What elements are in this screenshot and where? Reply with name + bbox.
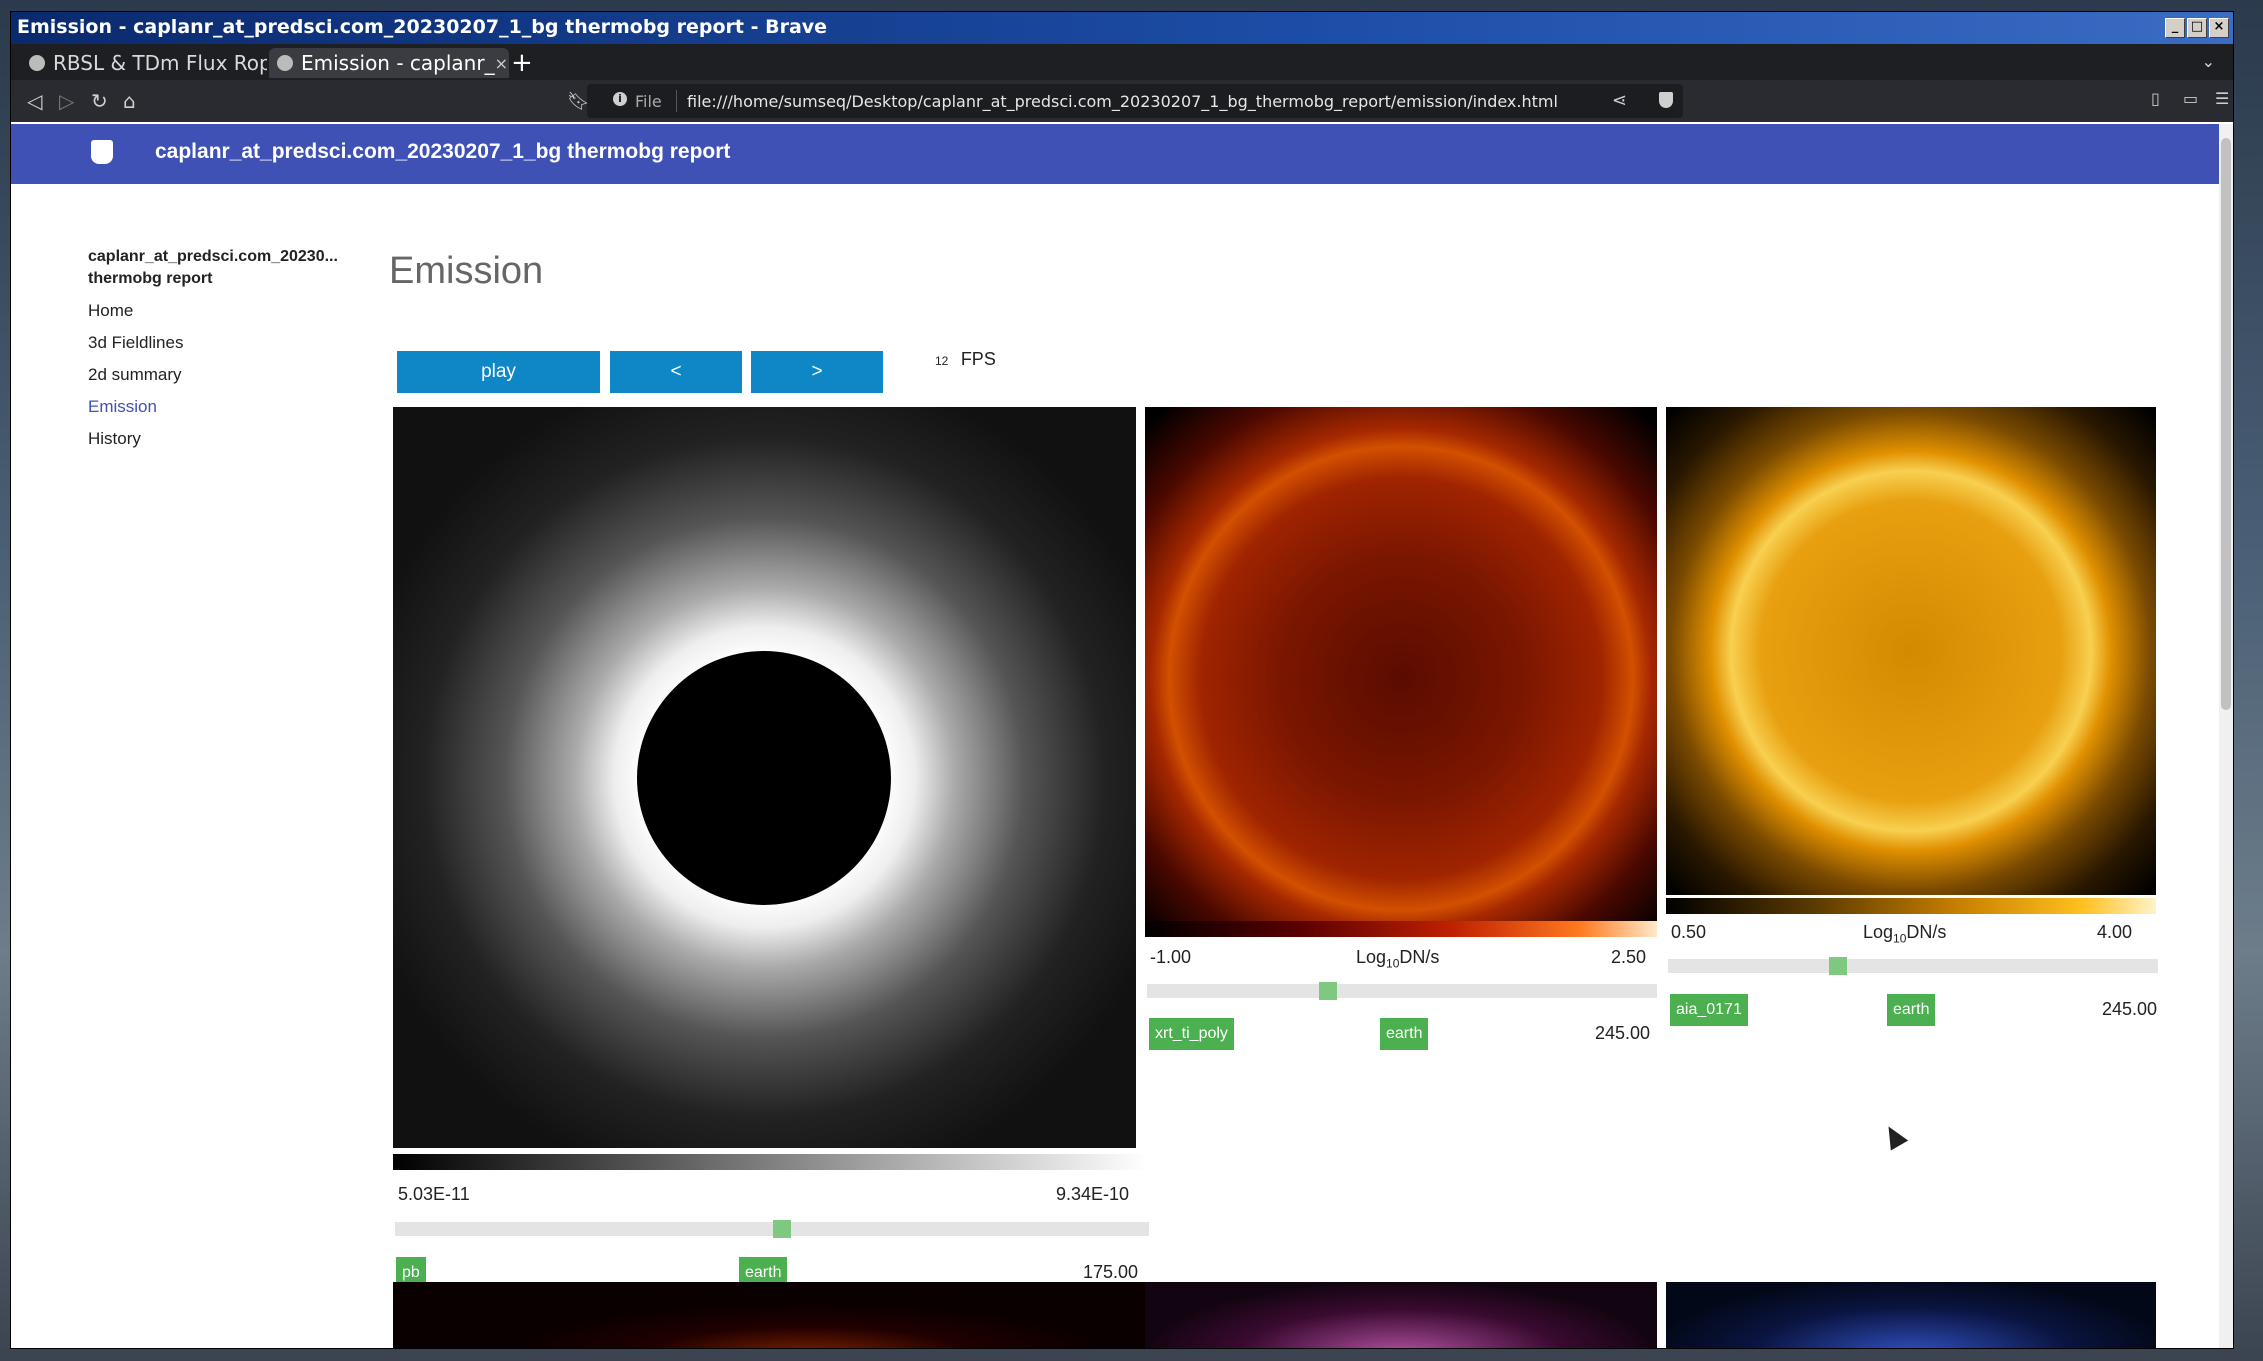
- xrt-colorbar-min: -1.00: [1150, 947, 1192, 967]
- tab-label: Emission - caplanr_: [301, 51, 495, 75]
- unit-subscript: 10: [1386, 956, 1400, 971]
- occulting-disk: [637, 651, 891, 905]
- pb-colorbar-max: 9.34E-10: [1056, 1184, 1130, 1204]
- mouse-cursor-icon: [1879, 1121, 1909, 1151]
- window-title: Emission - caplanr_at_predsci.com_202302…: [17, 16, 828, 38]
- pb-emission-image[interactable]: [393, 407, 1136, 1148]
- xrt-observer-tag[interactable]: earth: [1380, 1018, 1429, 1050]
- browser-window: Emission - caplanr_at_predsci.com_202302…: [11, 12, 2233, 1348]
- aia-colorbar-max: 4.00: [2097, 922, 2133, 942]
- tab-emission[interactable]: Emission - caplanr_ ×: [269, 48, 509, 78]
- aia-instrument-tag[interactable]: aia_0171: [1670, 994, 1748, 1026]
- xrt-colorbar: [1145, 921, 1657, 937]
- header-title[interactable]: caplanr_at_predsci.com_20230207_1_bg the…: [155, 140, 730, 164]
- tab-label: RBSL & TDm Flux Rop: [53, 51, 267, 75]
- tab-rbsl[interactable]: RBSL & TDm Flux Rop: [21, 48, 267, 78]
- unit-prefix: Log: [1356, 947, 1387, 967]
- sidebar-item-home[interactable]: Home: [88, 300, 358, 322]
- unit-suffix: DN/s: [1399, 947, 1440, 967]
- xrt-emission-image[interactable]: [1145, 407, 1657, 929]
- pb-angle-value: 175.00: [1083, 1262, 1139, 1282]
- sidebar-title[interactable]: caplanr_at_predsci.com_20230... thermobg…: [88, 246, 358, 290]
- menu-icon[interactable]: ☰: [2215, 89, 2229, 108]
- close-tab-icon[interactable]: ×: [495, 54, 508, 73]
- xrt-colorbar-max: 2.50: [1611, 947, 1647, 967]
- sidebar-title-line2: thermobg report: [88, 270, 213, 287]
- next-row-image-2[interactable]: [1145, 1282, 1657, 1348]
- sidebar-item-history[interactable]: History: [88, 428, 358, 450]
- aia-observer-tag[interactable]: earth: [1887, 994, 1936, 1026]
- close-window-button[interactable]: ×: [2209, 18, 2229, 38]
- tab-list-chevron-icon[interactable]: ⌄: [2202, 52, 2215, 71]
- title-bar: Emission - caplanr_at_predsci.com_202302…: [11, 12, 2233, 44]
- navigation-bar: ◁ ▷ ↻ ⌂ 🔖︎ i File file:///home/sumseq/De…: [11, 80, 2233, 122]
- tab-bar: RBSL & TDm Flux Rop Emission - caplanr_ …: [11, 44, 2233, 80]
- home-icon[interactable]: ⌂: [123, 89, 136, 113]
- unit-suffix: DN/s: [1906, 922, 1947, 942]
- scheme-label: File: [635, 92, 662, 111]
- brave-shield-icon[interactable]: [1659, 92, 1673, 108]
- wallet-icon[interactable]: ▭: [2183, 89, 2198, 108]
- next-row-image-1[interactable]: [393, 1282, 1147, 1348]
- aia-angle-value: 245.00: [2102, 999, 2158, 1019]
- sidebar-item-3d-fieldlines[interactable]: 3d Fieldlines: [88, 332, 358, 354]
- aia-colorbar-unit: Log10DN/s: [1863, 922, 1946, 946]
- forward-icon[interactable]: ▷: [59, 89, 74, 113]
- pb-slider[interactable]: [395, 1220, 1149, 1238]
- fps-value[interactable]: 12: [935, 354, 948, 368]
- xrt-colorbar-unit: Log10DN/s: [1356, 947, 1439, 971]
- pb-colorbar: [393, 1154, 1147, 1170]
- pb-colorbar-min: 5.03E-11: [398, 1184, 470, 1204]
- reload-icon[interactable]: ↻: [91, 89, 108, 113]
- sidebar-item-emission[interactable]: Emission: [88, 396, 358, 418]
- share-icon[interactable]: ⋖: [1612, 90, 1627, 111]
- play-button[interactable]: play: [397, 351, 600, 393]
- sidebar-nav: caplanr_at_predsci.com_20230... thermobg…: [88, 246, 358, 450]
- unit-prefix: Log: [1863, 922, 1894, 942]
- aia-slider[interactable]: [1668, 957, 2158, 975]
- next-frame-button[interactable]: >: [751, 351, 883, 393]
- xrt-slider[interactable]: [1147, 982, 1657, 1000]
- site-info-icon[interactable]: i: [613, 92, 627, 106]
- xrt-slider-thumb[interactable]: [1319, 982, 1337, 1000]
- xrt-angle-value: 245.00: [1595, 1023, 1651, 1043]
- page-title: Emission: [389, 250, 544, 292]
- sidebar-toggle-icon[interactable]: ▯: [2151, 89, 2160, 108]
- pb-slider-thumb[interactable]: [773, 1220, 791, 1238]
- scrollbar-thumb[interactable]: [2221, 138, 2231, 710]
- aia-emission-image[interactable]: [1666, 407, 2156, 895]
- aia-colorbar-min: 0.50: [1671, 922, 1707, 942]
- book-logo-icon[interactable]: [91, 140, 113, 164]
- xrt-instrument-tag[interactable]: xrt_ti_poly: [1149, 1018, 1234, 1050]
- favicon-icon: [277, 55, 293, 71]
- minimize-button[interactable]: _: [2165, 18, 2185, 38]
- divider: [676, 90, 677, 112]
- maximize-button[interactable]: □: [2187, 18, 2207, 38]
- url-text[interactable]: file:///home/sumseq/Desktop/caplanr_at_p…: [687, 92, 1558, 111]
- back-icon[interactable]: ◁: [27, 89, 42, 113]
- app-header: caplanr_at_predsci.com_20230207_1_bg the…: [11, 124, 2233, 184]
- fps-control[interactable]: 12 FPS: [935, 349, 996, 370]
- previous-frame-button[interactable]: <: [610, 351, 742, 393]
- aia-slider-thumb[interactable]: [1829, 957, 1847, 975]
- new-tab-button[interactable]: +: [511, 48, 533, 78]
- aia-colorbar: [1666, 898, 2156, 914]
- unit-subscript: 10: [1893, 931, 1907, 946]
- bookmark-icon[interactable]: 🔖︎: [567, 91, 590, 112]
- sidebar-title-line1: caplanr_at_predsci.com_20230...: [88, 248, 338, 265]
- fps-label: FPS: [960, 349, 996, 369]
- favicon-icon: [29, 55, 45, 71]
- address-bar[interactable]: 🔖︎ i File file:///home/sumseq/Desktop/ca…: [567, 84, 1683, 118]
- page-scrollbar[interactable]: [2219, 124, 2233, 1348]
- sidebar-item-2d-summary[interactable]: 2d summary: [88, 364, 358, 386]
- next-row-image-3[interactable]: [1666, 1282, 2156, 1348]
